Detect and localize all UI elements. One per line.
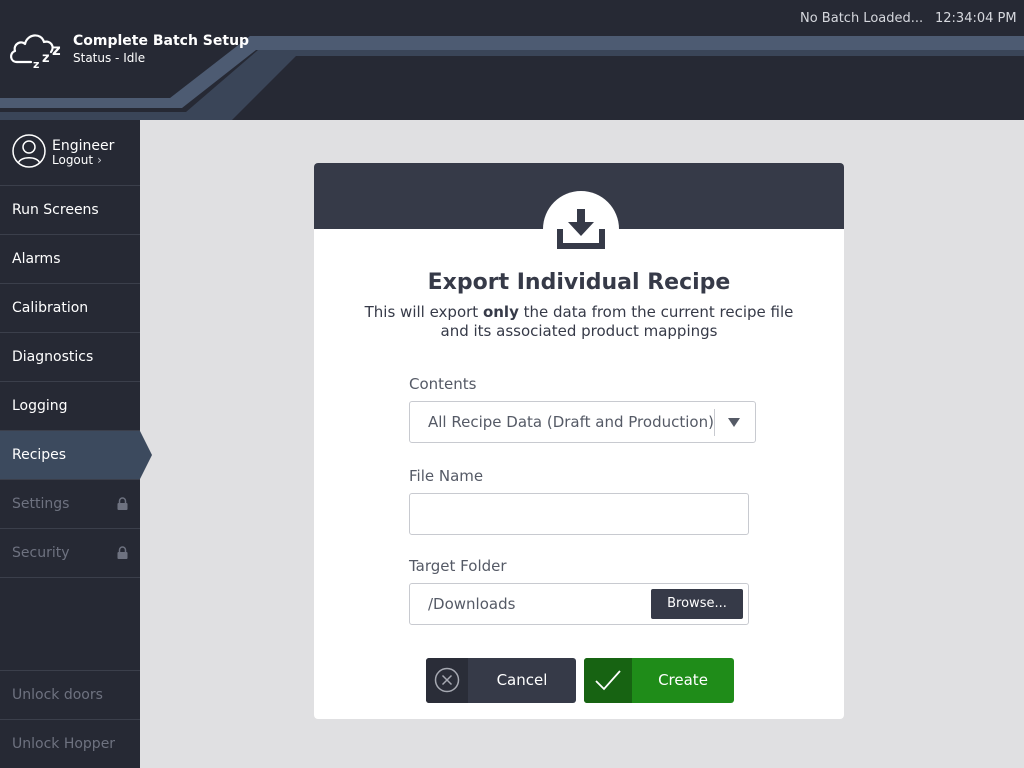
sleeping-cloud-icon: z z z [10, 34, 61, 71]
create-button[interactable]: Create [584, 658, 734, 703]
app-title: Complete Batch Setup [73, 33, 250, 49]
chevron-right-icon: › [97, 153, 102, 167]
sidebar-item-recipes[interactable]: Recipes [0, 431, 152, 480]
app-status: Status - Idle [73, 51, 146, 65]
unlock-doors-label: Unlock doors [12, 687, 103, 703]
unlock-hopper-label: Unlock Hopper [12, 736, 116, 752]
logout-label: Logout [52, 153, 94, 167]
sidebar-item-calibration[interactable]: Calibration [0, 284, 140, 333]
sidebar-item-label: Logging [12, 398, 68, 414]
svg-text:z: z [52, 41, 61, 59]
contents-label: Contents [409, 375, 477, 393]
unlock-hopper-button[interactable]: Unlock Hopper [0, 719, 140, 768]
svg-text:z: z [42, 51, 50, 66]
sidebar-item-label: Run Screens [12, 202, 99, 218]
file-name-label: File Name [409, 467, 484, 485]
sidebar-item-alarms[interactable]: Alarms [0, 235, 140, 284]
sidebar-item-diagnostics[interactable]: Diagnostics [0, 333, 140, 382]
browse-button[interactable]: Browse... [651, 589, 743, 619]
cancel-icon-area [426, 658, 468, 703]
cancel-button-label: Cancel [496, 671, 548, 689]
contents-dropdown[interactable]: All Recipe Data (Draft and Production) [409, 401, 756, 443]
sidebar-item-label: Settings [12, 496, 70, 512]
target-folder-field: /Downloads Browse... [409, 583, 749, 625]
sidebar-item-settings[interactable]: Settings [0, 480, 140, 529]
sidebar-item-label: Security [12, 545, 70, 561]
user-avatar-icon [12, 134, 46, 168]
download-icon [557, 209, 605, 249]
checkmark-icon [595, 670, 621, 691]
target-folder-value: /Downloads [428, 595, 516, 613]
user-name: Engineer [52, 138, 115, 154]
logout-link[interactable]: Logout › [52, 153, 102, 167]
dialog-description: This will export only the data from the … [354, 303, 804, 341]
batch-status: No Batch Loaded... [800, 11, 924, 26]
user-block: Engineer Logout › [0, 120, 140, 186]
lock-icon [117, 497, 128, 510]
create-button-label: Create [658, 671, 708, 689]
lock-icon [117, 546, 128, 559]
sidebar-item-run-screens[interactable]: Run Screens [0, 186, 140, 235]
sidebar-item-label: Calibration [12, 300, 89, 316]
sidebar-item-label: Alarms [12, 251, 61, 267]
browse-button-label: Browse... [667, 596, 727, 611]
sidebar-item-logging[interactable]: Logging [0, 382, 140, 431]
description-emphasis: only [482, 303, 519, 321]
app-header: z z z Complete Batch Setup Status - Idle… [0, 0, 1024, 120]
create-icon-area [584, 658, 632, 703]
export-recipe-dialog: Export Individual Recipe This will expor… [314, 163, 844, 719]
svg-text:z: z [33, 58, 39, 71]
unlock-doors-button[interactable]: Unlock doors [0, 670, 140, 719]
sidebar-item-label: Recipes [12, 447, 67, 463]
dialog-icon-badge [543, 191, 619, 267]
target-folder-label: Target Folder [409, 557, 507, 575]
close-circle-icon [434, 667, 460, 693]
cancel-button[interactable]: Cancel [426, 658, 576, 703]
contents-selected-value: All Recipe Data (Draft and Production) [428, 413, 714, 431]
dialog-title: Export Individual Recipe [427, 270, 731, 295]
dropdown-separator [714, 409, 715, 436]
chevron-down-icon [728, 418, 740, 427]
file-name-input[interactable] [409, 493, 749, 535]
description-text: This will export [364, 303, 483, 321]
clock: 12:34:04 PM [935, 11, 1017, 26]
sidebar-item-label: Diagnostics [12, 349, 94, 365]
sidebar-item-security[interactable]: Security [0, 529, 140, 578]
sidebar: Engineer Logout › Run Screens Alarms Cali… [0, 120, 152, 768]
